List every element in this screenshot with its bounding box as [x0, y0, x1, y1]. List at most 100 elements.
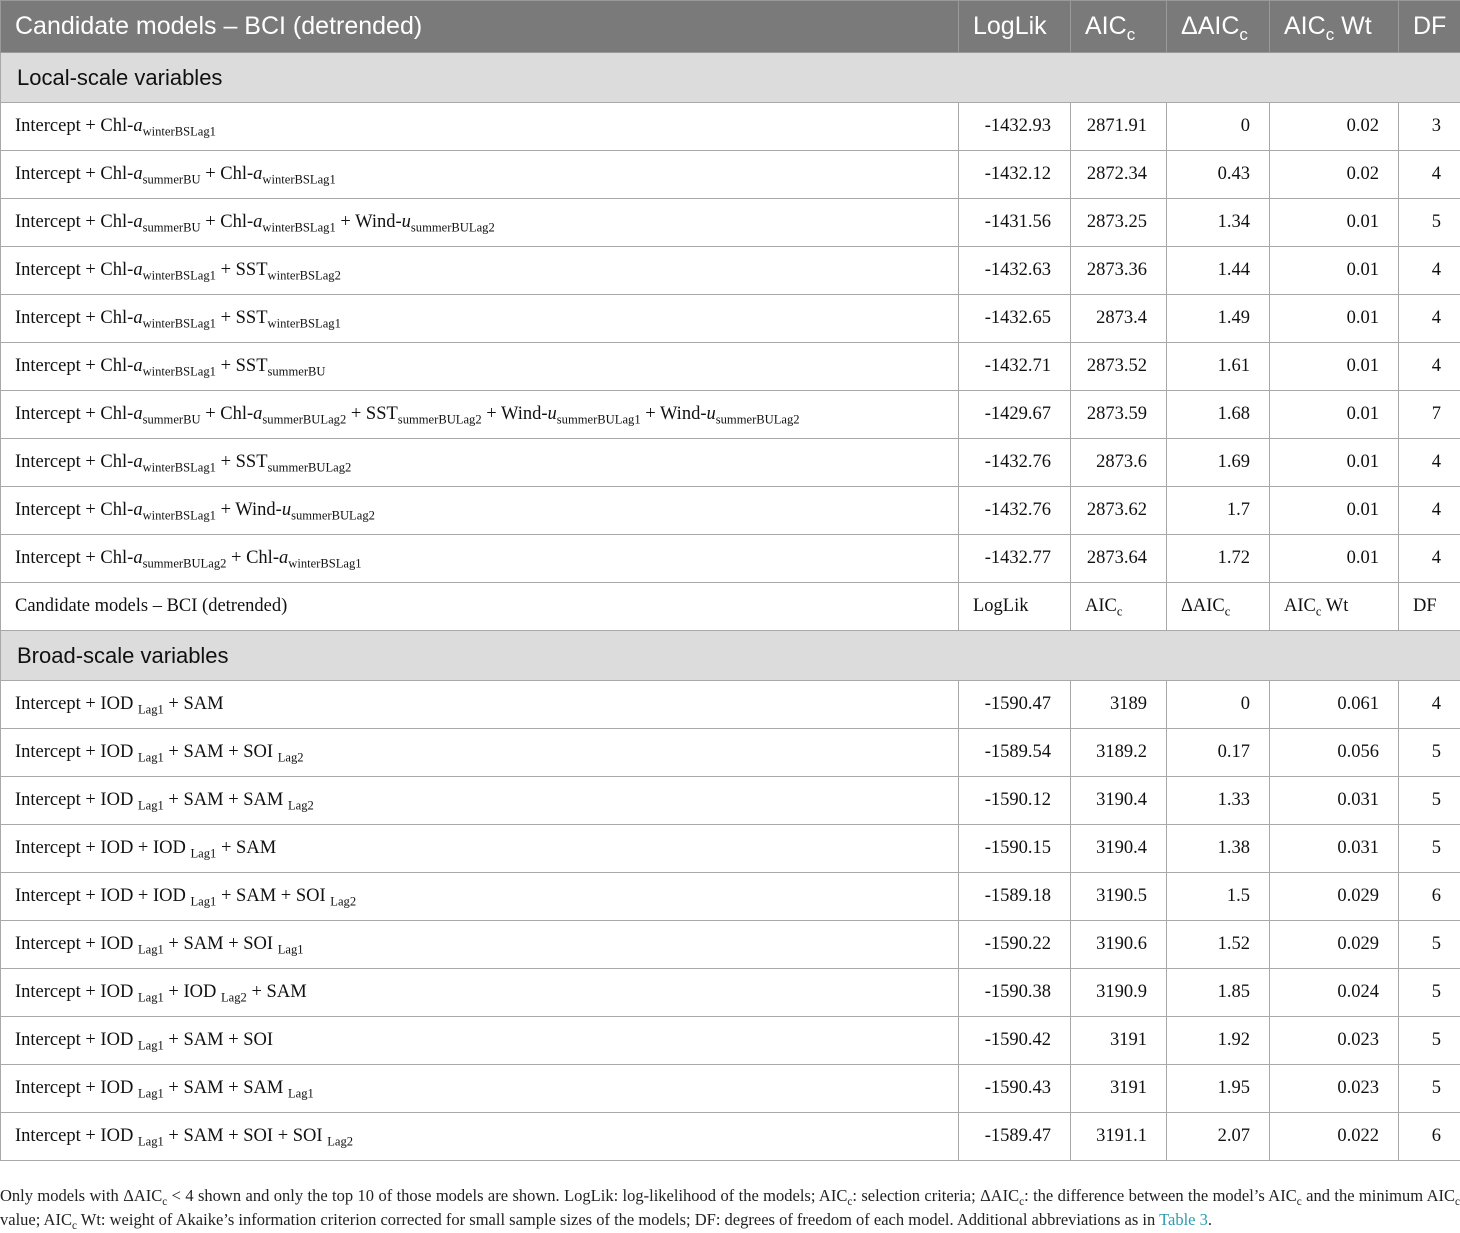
text-run: + SAM + SOI: [163, 742, 278, 762]
table-row: Intercept + IOD Lag1 + SAM + SOI Lag2 -15…: [0, 728, 1460, 777]
wt-cell: 0.01: [1269, 438, 1399, 487]
loglik-cell: -1590.43: [958, 1064, 1071, 1113]
subscript: winterBSLag1: [288, 556, 362, 571]
model-cell: Intercept + IOD Lag1 + SAM + SOI + SOI L…: [0, 1112, 959, 1161]
table-row: Intercept + Chl-awinterBSLag1 -1432.93 287…: [0, 102, 1460, 151]
daicc-cell: 1.49: [1166, 294, 1270, 343]
wt-cell: 0.061: [1269, 680, 1399, 729]
loglik-cell: -1432.12: [958, 150, 1071, 199]
aicc-cell: 3190.9: [1070, 968, 1167, 1017]
model-cell: Intercept + IOD Lag1 + IOD Lag2 + SAM: [0, 968, 959, 1017]
text-run: + SST: [215, 308, 268, 328]
loglik-cell: -1590.22: [958, 920, 1071, 969]
aicc-cell: 3190.4: [1070, 776, 1167, 825]
loglik-cell: -1431.56: [958, 198, 1071, 247]
subscript: Lag1: [137, 750, 164, 765]
daicc-cell: 1.61: [1166, 342, 1270, 391]
text-run: + Wind-: [215, 500, 282, 520]
model-cell: Intercept + IOD + IOD Lag1 + SAM: [0, 824, 959, 873]
text-run: + Chl-: [200, 212, 254, 232]
loglik-cell: -1432.77: [958, 534, 1071, 583]
text-run: Intercept + IOD: [15, 742, 138, 762]
df-cell: 5: [1398, 198, 1460, 247]
wt-cell: 0.031: [1269, 776, 1399, 825]
daicc-cell: 1.69: [1166, 438, 1270, 487]
subscript: winterBSLag1: [262, 172, 336, 187]
italic-symbol: a: [133, 164, 143, 184]
aicc-cell: 3189: [1070, 680, 1167, 729]
df-cell: 4: [1398, 342, 1460, 391]
wt-cell: 0.022: [1269, 1112, 1399, 1161]
text-run: .: [1207, 1210, 1212, 1229]
model-cell: Intercept + IOD Lag1 + SAM + SOI: [0, 1016, 959, 1065]
text-run: + SAM + SAM: [163, 790, 288, 810]
df-cell: 4: [1398, 150, 1460, 199]
aicc-cell: 3190.5: [1070, 872, 1167, 921]
italic-symbol: a: [253, 212, 263, 232]
df-cell: 3: [1398, 102, 1460, 151]
repeat-header-delta-aicc: ΔAICc: [1166, 582, 1270, 631]
subscript: Lag1: [137, 1038, 164, 1053]
text-run: + Chl-: [226, 548, 279, 568]
header-aicc: AICc: [1070, 0, 1167, 53]
subscript: Lag1: [288, 1086, 314, 1101]
section-local-label: Local-scale variables: [0, 52, 1460, 103]
wt-cell: 0.023: [1269, 1016, 1399, 1065]
df-cell: 5: [1398, 968, 1460, 1017]
subscript: c: [1455, 1195, 1460, 1208]
repeat-header-row: Candidate models – BCI (detrended) LogLi…: [0, 582, 1460, 631]
table-row: Intercept + IOD Lag1 + SAM + SOI + SOI L…: [0, 1112, 1460, 1161]
header-loglik: LogLik: [958, 0, 1071, 53]
table-header-row: Candidate models – BCI (detrended) LogLi…: [0, 0, 1460, 53]
subscript: summerBU: [142, 172, 201, 187]
model-cell: Intercept + Chl-awinterBSLag1 + SSTsumme…: [0, 342, 959, 391]
loglik-cell: -1590.15: [958, 824, 1071, 873]
text-run: + IOD: [163, 982, 221, 1002]
loglik-cell: -1589.47: [958, 1112, 1071, 1161]
text-run: Wt: weight of Akaike’s information crite…: [76, 1210, 1160, 1229]
table-row: Intercept + Chl-awinterBSLag1 + SSTsumme…: [0, 438, 1460, 487]
italic-symbol: a: [278, 548, 289, 568]
text-run: Intercept + IOD: [15, 1078, 138, 1098]
wt-cell: 0.01: [1269, 246, 1399, 295]
text-run: + SAM + SOI: [216, 886, 331, 906]
subscript: summerBULag2: [142, 556, 227, 571]
loglik-cell: -1432.63: [958, 246, 1071, 295]
table-footnote: Only models with ΔAIC c < 4 shown and onl…: [0, 1184, 1460, 1232]
subscript: Lag2: [288, 798, 314, 813]
subscript: winterBSLag1: [142, 124, 216, 139]
daicc-cell: 1.38: [1166, 824, 1270, 873]
subscript: winterBSLag1: [142, 460, 216, 475]
aicc-cell: 2871.91: [1070, 102, 1167, 151]
subscript: winterBSLag2: [267, 268, 341, 283]
loglik-cell: -1432.76: [958, 486, 1071, 535]
text-run: : selection criteria; ΔAIC: [852, 1186, 1020, 1205]
wt-cell: 0.01: [1269, 342, 1399, 391]
aicc-cell: 2873.6: [1070, 438, 1167, 487]
subscript: Lag2: [277, 750, 304, 765]
model-cell: Intercept + IOD Lag1 + SAM + SOI Lag1: [0, 920, 959, 969]
text-run: + Chl-: [200, 404, 254, 424]
subscript: winterBSLag1: [142, 508, 216, 523]
subscript: Lag1: [137, 702, 164, 717]
loglik-cell: -1590.12: [958, 776, 1071, 825]
table-link[interactable]: Table 3: [1159, 1210, 1208, 1229]
aicc-cell: 2873.25: [1070, 198, 1167, 247]
df-cell: 4: [1398, 486, 1460, 535]
model-cell: Intercept + Chl-awinterBSLag1 + SSTwinte…: [0, 294, 959, 343]
text-run: Intercept + Chl-: [15, 500, 134, 520]
text-run: Intercept + Chl-: [15, 452, 134, 472]
text-run: Intercept + IOD: [15, 982, 138, 1002]
text-run: Only models with ΔAIC: [0, 1186, 163, 1205]
subscript: Lag2: [330, 894, 357, 909]
daicc-cell: 1.7: [1166, 486, 1270, 535]
italic-symbol: a: [133, 404, 143, 424]
subscript: summerBU: [142, 220, 201, 235]
df-cell: 5: [1398, 776, 1460, 825]
header-delta-aicc: ΔAICc: [1166, 0, 1270, 53]
daicc-cell: 1.95: [1166, 1064, 1270, 1113]
daicc-cell: 1.34: [1166, 198, 1270, 247]
text-run: Intercept + Chl-: [15, 548, 134, 568]
text-run: + SAM + SOI + SOI: [163, 1126, 328, 1146]
aicc-cell: 3189.2: [1070, 728, 1167, 777]
